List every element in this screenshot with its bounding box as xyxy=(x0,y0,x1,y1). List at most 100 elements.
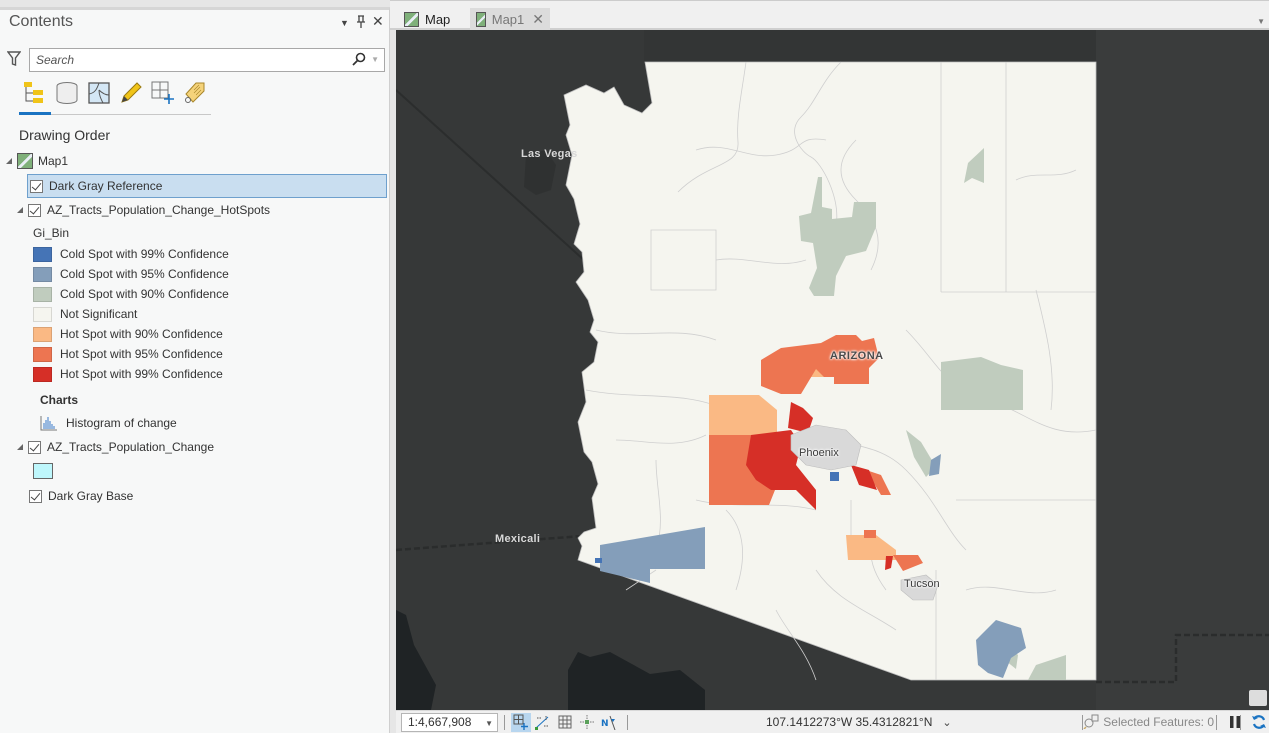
selected-features-text: Selected Features: 0 xyxy=(1103,714,1214,729)
north-arrow-correction-icon: N xyxy=(601,715,616,730)
guides-button[interactable] xyxy=(577,713,597,732)
close-icon[interactable]: ✕ xyxy=(372,13,384,30)
legend-label: Hot Spot with 95% Confidence xyxy=(60,347,223,361)
layer-name: Dark Gray Base xyxy=(48,489,134,503)
visibility-checkbox[interactable] xyxy=(29,489,42,503)
visibility-checkbox[interactable] xyxy=(28,440,41,454)
symbol-swatch[interactable] xyxy=(33,463,53,479)
collapse-icon[interactable] xyxy=(17,207,23,213)
pencil-icon xyxy=(121,82,142,103)
map-canvas[interactable] xyxy=(396,30,1269,710)
legend-swatch[interactable] xyxy=(33,246,52,262)
scale-value: 1:4,667,908 xyxy=(408,715,472,729)
legend-class-item[interactable]: Hot Spot with 95% Confidence xyxy=(33,343,223,365)
drawing-order-icon xyxy=(24,82,43,103)
divider xyxy=(1216,715,1217,730)
legend-field-name: Gi_Bin xyxy=(33,226,70,240)
collapse-icon[interactable] xyxy=(17,444,23,450)
legend-label: Cold Spot with 95% Confidence xyxy=(60,267,229,281)
map-label-phoenix: Phoenix xyxy=(799,447,839,459)
histogram-icon xyxy=(40,416,57,431)
scale-selector[interactable]: 1:4,667,908 ▼ xyxy=(401,712,498,732)
layer-hotspots[interactable]: AZ_Tracts_Population_Change_HotSpots xyxy=(17,199,270,221)
grid-button[interactable] xyxy=(555,713,575,732)
chart-item-histogram[interactable]: Histogram of change xyxy=(40,412,177,434)
legend-symbol-row xyxy=(33,460,61,482)
layer-dark-gray-base[interactable]: Dark Gray Base xyxy=(29,485,133,507)
legend-swatch[interactable] xyxy=(33,326,52,342)
refresh-icon[interactable] xyxy=(1251,714,1267,730)
legend-label: Cold Spot with 99% Confidence xyxy=(60,247,229,261)
map-label-mexicali: Mexicali xyxy=(495,533,541,545)
selected-features-indicator[interactable]: Selected Features: 0 xyxy=(1083,714,1214,729)
basemap-region xyxy=(1096,30,1269,710)
tab-list-by-drawing-order[interactable] xyxy=(21,80,49,108)
legend-class-item[interactable]: Not Significant xyxy=(33,303,137,325)
drawing-order-heading: Drawing Order xyxy=(19,127,111,143)
map-navigator-icon[interactable] xyxy=(1249,690,1267,706)
map-label-las-vegas: Las Vegas xyxy=(521,148,578,160)
map-label-arizona: ARIZONA xyxy=(830,350,884,362)
snapping-icon xyxy=(151,81,174,104)
status-bar: 1:4,667,908 ▼ N 107.1412273°W 35.4312821… xyxy=(396,710,1269,733)
legend-swatch[interactable] xyxy=(33,266,52,282)
filter-icon[interactable] xyxy=(7,51,21,67)
close-tab-icon[interactable]: ✕ xyxy=(532,11,544,28)
pane-options-icon[interactable]: ▼ xyxy=(340,18,349,28)
collapse-icon[interactable] xyxy=(6,158,12,164)
map-tab-bar: Map Map1 ✕ ▼ xyxy=(390,0,1269,30)
tab-list-by-labeling[interactable] xyxy=(182,80,210,108)
grid-snapping-button[interactable] xyxy=(511,712,531,732)
layer-dark-gray-reference[interactable]: Dark Gray Reference xyxy=(27,174,387,198)
snapping-icon xyxy=(513,714,528,730)
layer-population-change[interactable]: AZ_Tracts_Population_Change xyxy=(17,436,214,458)
coordinates-value: 107.1412273°W 35.4312821°N xyxy=(766,715,933,729)
map-icon xyxy=(476,11,486,27)
constraints-button[interactable] xyxy=(533,713,553,732)
data-source-icon xyxy=(56,82,78,105)
pin-icon[interactable] xyxy=(356,15,366,31)
divider xyxy=(504,714,505,730)
legend-class-item[interactable]: Cold Spot with 95% Confidence xyxy=(33,263,229,285)
tab-list-by-selection[interactable] xyxy=(86,80,114,108)
chart-name: Histogram of change xyxy=(66,416,177,430)
legend-swatch[interactable] xyxy=(33,346,52,362)
legend-swatch[interactable] xyxy=(33,366,52,382)
tab-map[interactable]: Map xyxy=(398,8,456,30)
tab-list-by-editing[interactable] xyxy=(118,80,146,108)
tree-item-map1[interactable]: Map1 xyxy=(6,150,68,172)
map-icon xyxy=(17,153,33,169)
coordinate-readout[interactable]: 107.1412273°W 35.4312821°N ⌄ xyxy=(766,715,952,729)
tab-label: Map xyxy=(425,11,451,27)
divider xyxy=(1240,715,1241,730)
map-view[interactable]: Las Vegas Mexicali ARIZONA Phoenix Tucso… xyxy=(396,30,1269,710)
legend-swatch[interactable] xyxy=(33,286,52,302)
legend-swatch[interactable] xyxy=(33,306,52,322)
search-input[interactable] xyxy=(30,49,330,71)
tab-list-chevron-icon[interactable]: ▼ xyxy=(1257,17,1265,26)
tab-list-by-data-source[interactable] xyxy=(54,80,82,108)
selection-icon xyxy=(88,82,110,104)
tab-map1[interactable]: Map1 ✕ xyxy=(470,8,550,30)
legend-class-item[interactable]: Cold Spot with 90% Confidence xyxy=(33,283,229,305)
search-options-chevron-icon[interactable]: ▼ xyxy=(371,55,379,64)
arcgis-pro-window: Contents ▼ ✕ ▼ xyxy=(0,0,1269,733)
legend-label: Hot Spot with 90% Confidence xyxy=(60,327,223,341)
chevron-down-icon[interactable]: ▼ xyxy=(485,719,493,728)
map-icon xyxy=(404,11,419,27)
chevron-down-icon[interactable]: ⌄ xyxy=(942,716,951,729)
layer-name: AZ_Tracts_Population_Change_HotSpots xyxy=(47,203,271,217)
visibility-checkbox[interactable] xyxy=(28,203,41,217)
search-icon[interactable] xyxy=(352,52,366,66)
tab-list-by-snapping[interactable] xyxy=(150,80,178,108)
divider xyxy=(627,714,628,730)
active-tab-indicator xyxy=(19,112,51,115)
legend-class-item[interactable]: Cold Spot with 99% Confidence xyxy=(33,243,229,265)
correction-button[interactable]: N xyxy=(599,713,619,732)
legend-class-item[interactable]: Hot Spot with 99% Confidence xyxy=(33,363,223,385)
visibility-checkbox[interactable] xyxy=(30,179,43,193)
zoom-to-selection-icon xyxy=(1083,714,1099,729)
legend-class-item[interactable]: Hot Spot with 90% Confidence xyxy=(33,323,223,345)
contents-pane: Contents ▼ ✕ ▼ xyxy=(0,7,390,733)
search-field[interactable]: ▼ xyxy=(29,48,385,72)
